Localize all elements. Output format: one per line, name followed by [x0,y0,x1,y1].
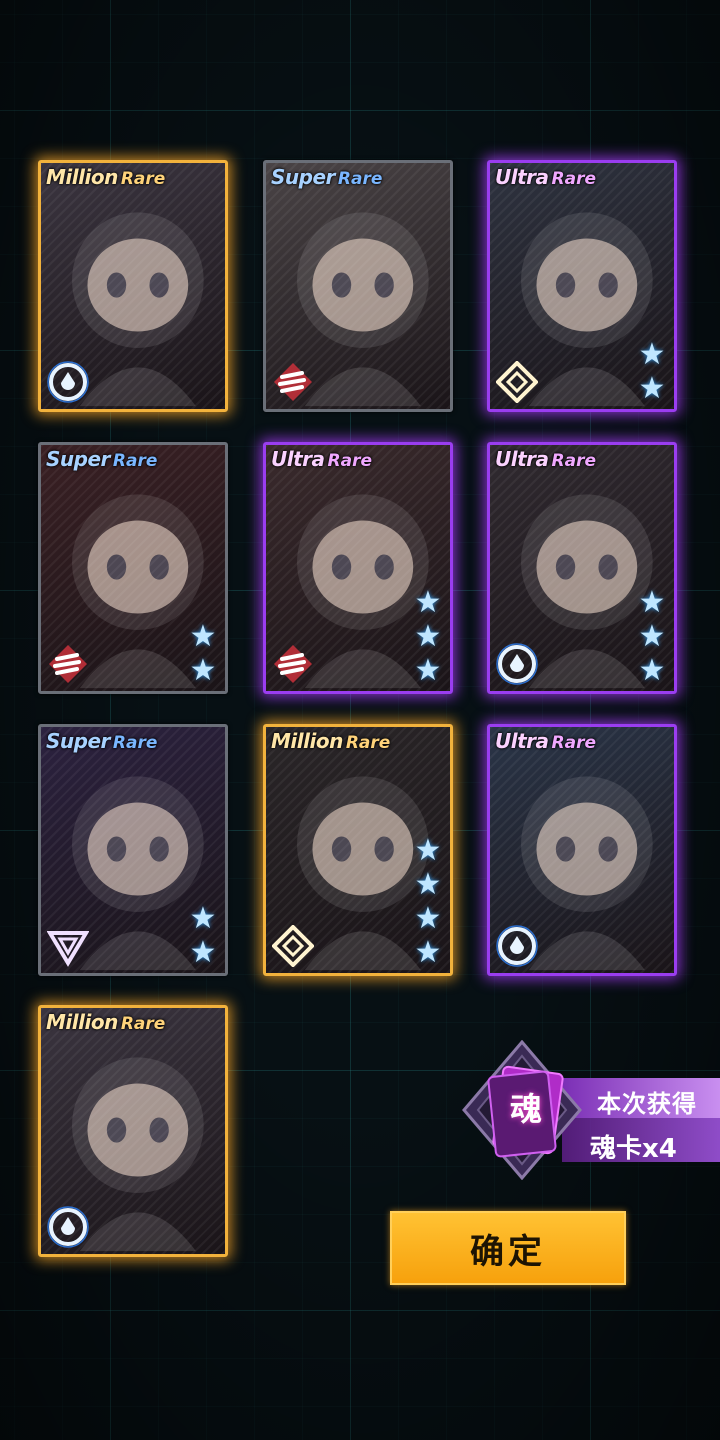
rarity-tier-text: Million [46,165,118,189]
character-card[interactable]: Ultra Rare [487,724,677,976]
confirm-button-label: 确定 [470,1231,546,1272]
star-icon: ★ [638,371,666,406]
star-icon: ★ [638,619,666,654]
rarity-rare-text: Rare [551,169,596,189]
rarity-rare-text: Rare [120,169,166,189]
star-icon: ★ [638,585,666,620]
character-card[interactable]: Super Rare [263,160,453,412]
character-card[interactable]: Ultra Rare ★ ★ ★ [263,442,453,694]
rarity-label: Super Rare [46,729,157,753]
character-card[interactable]: Ultra Rare ★ ★ ★ [487,442,677,694]
obtained-label: 本次获得 [597,1090,697,1118]
circle-drop-emblem-icon [47,1206,89,1248]
star-icon: ★ [414,619,442,654]
rarity-rare-text: Rare [345,733,391,753]
rarity-label: Ultra Rare [495,447,596,471]
rarity-rare-text: Rare [551,733,596,753]
rarity-label: Million Rare [46,1010,165,1034]
star-icon: ★ [414,833,442,868]
star-rating: ★ ★ ★ [636,587,668,687]
diamond-emblem-icon [271,924,315,968]
stripes-emblem-icon [272,361,314,403]
rarity-label: Ultra Rare [271,447,372,471]
soul-card-reward-panel: 本次获得 魂卡x4 魂 [462,1040,720,1180]
star-icon: ★ [414,585,442,620]
soul-card-count: 魂卡x4 [590,1134,677,1164]
character-card[interactable]: Million Rare ★ ★ ★ ★ [263,724,453,976]
rarity-rare-text: Rare [327,451,372,471]
rarity-label: Million Rare [271,729,390,753]
star-rating: ★ ★ ★ [412,587,444,687]
reward-banner-header: 本次获得 [562,1078,720,1118]
star-icon: ★ [189,619,217,654]
circle-drop-emblem-icon [496,925,538,967]
rarity-rare-text: Rare [112,451,158,471]
star-icon: ★ [414,653,442,688]
rarity-rare-text: Rare [120,1014,166,1034]
rarity-rare-text: Rare [551,451,596,471]
star-rating: ★ ★ [636,339,668,405]
star-icon: ★ [638,337,666,372]
stripes-emblem-icon [47,643,89,685]
soul-glyph: 魂 [510,1090,543,1128]
star-icon: ★ [414,867,442,902]
rarity-label: Ultra Rare [495,729,596,753]
rarity-tier-text: Super [271,165,335,189]
character-card[interactable]: Super Rare ★ ★ [38,724,228,976]
character-card[interactable]: Million Rare [38,1005,228,1257]
character-card[interactable]: Ultra Rare ★ ★ [487,160,677,412]
rarity-tier-text: Ultra [495,165,549,189]
star-icon: ★ [189,935,217,970]
star-rating: ★ ★ ★ ★ [412,835,444,969]
character-card[interactable]: Million Rare [38,160,228,412]
rarity-label: Super Rare [271,165,382,189]
rarity-tier-text: Super [46,729,110,753]
stripes-emblem-icon [272,643,314,685]
rarity-rare-text: Rare [337,169,383,189]
confirm-button[interactable]: 确定 [390,1211,626,1285]
reward-banner: 本次获得 魂卡x4 [562,1078,720,1164]
circle-drop-emblem-icon [496,643,538,685]
star-rating: ★ ★ [187,903,219,969]
diamond-emblem-icon [495,360,539,404]
character-card[interactable]: Super Rare ★ ★ [38,442,228,694]
rarity-tier-text: Super [46,447,110,471]
circle-drop-emblem-icon [47,361,89,403]
triangle-emblem-icon [46,925,90,967]
star-icon: ★ [189,901,217,936]
rarity-tier-text: Ultra [495,729,549,753]
rarity-label: Super Rare [46,447,157,471]
rarity-tier-text: Million [271,729,343,753]
star-icon: ★ [189,653,217,688]
star-icon: ★ [638,653,666,688]
rarity-label: Million Rare [46,165,165,189]
star-rating: ★ ★ [187,621,219,687]
rarity-rare-text: Rare [112,733,158,753]
star-icon: ★ [414,901,442,936]
rarity-tier-text: Ultra [495,447,549,471]
rarity-tier-text: Ultra [271,447,325,471]
rarity-label: Ultra Rare [495,165,596,189]
rarity-tier-text: Million [46,1010,118,1034]
star-icon: ★ [414,935,442,970]
